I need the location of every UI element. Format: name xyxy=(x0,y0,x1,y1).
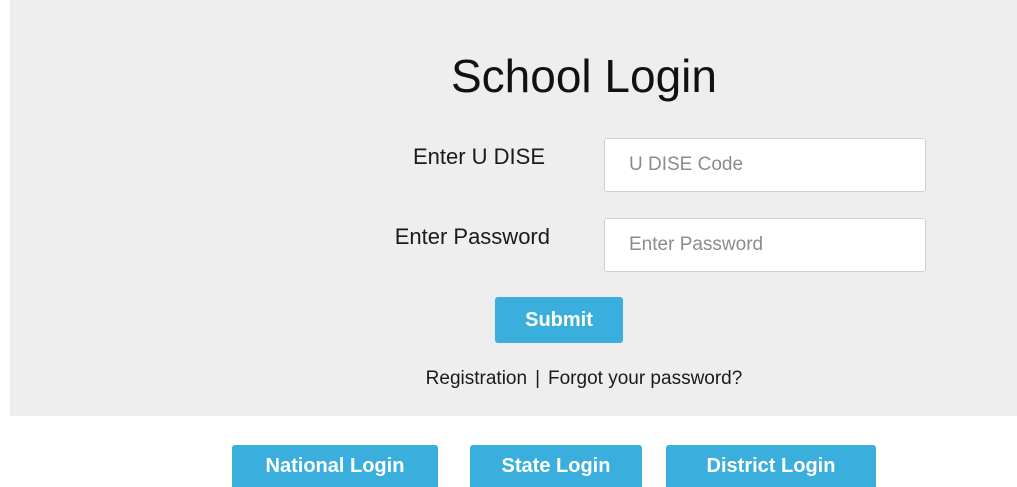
page-title: School Login xyxy=(451,50,717,102)
forgot-password-link[interactable]: Forgot your password? xyxy=(548,368,742,389)
password-input[interactable] xyxy=(604,218,926,272)
links-separator: | xyxy=(535,368,540,389)
submit-button[interactable]: Submit xyxy=(495,297,623,343)
page: School Login Enter U DISE Enter Password… xyxy=(0,0,1017,487)
registration-link[interactable]: Registration xyxy=(426,368,527,389)
udise-input[interactable] xyxy=(604,138,926,192)
district-login-button[interactable]: District Login xyxy=(666,445,876,487)
auth-links: Registration | Forgot your password? xyxy=(0,366,1017,392)
state-login-button[interactable]: State Login xyxy=(470,445,642,487)
udise-label: Enter U DISE xyxy=(412,144,545,169)
national-login-button[interactable]: National Login xyxy=(232,445,438,487)
password-label: Enter Password xyxy=(394,224,550,249)
